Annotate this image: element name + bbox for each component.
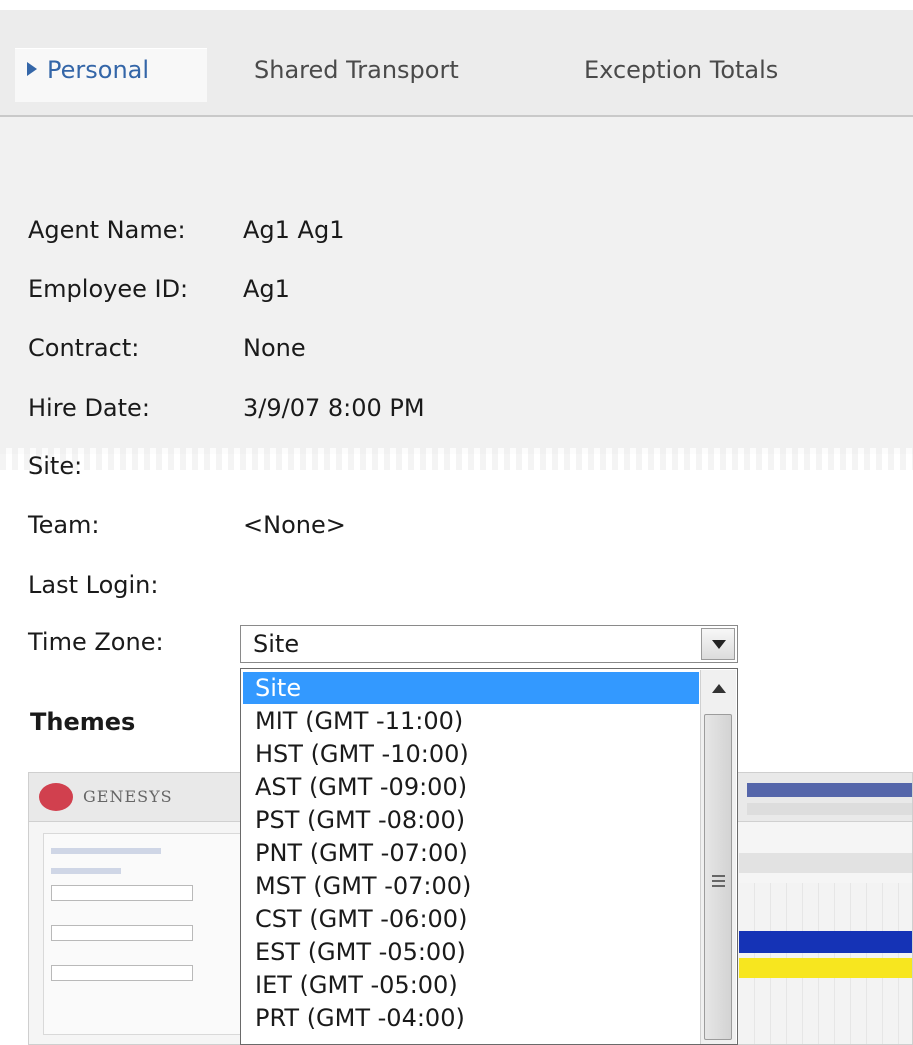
thumb-nav	[747, 783, 912, 797]
tz-option[interactable]: PST (GMT -08:00)	[243, 804, 699, 836]
tz-option[interactable]: Site	[243, 672, 699, 704]
time-zone-selected-value: Site	[253, 630, 300, 658]
contract-value: None	[243, 334, 306, 362]
tab-personal[interactable]: Personal	[15, 48, 207, 102]
thumb-field	[51, 885, 193, 901]
tz-option[interactable]: HST (GMT -10:00)	[243, 738, 699, 770]
scrollbar-thumb[interactable]	[704, 714, 732, 1040]
tab-shared-transport[interactable]: Shared Transport	[242, 48, 471, 102]
tz-option[interactable]: PNT (GMT -07:00)	[243, 837, 699, 869]
thumb-line	[51, 868, 121, 874]
agent-name-value: Ag1 Ag1	[243, 216, 345, 244]
tz-option[interactable]: MIT (GMT -11:00)	[243, 705, 699, 737]
thumb-field	[51, 925, 193, 941]
thumb-date-strip	[739, 853, 912, 873]
grip-line	[712, 885, 725, 887]
tz-option[interactable]: AST (GMT -09:00)	[243, 771, 699, 803]
tz-option[interactable]: MST (GMT -07:00)	[243, 870, 699, 902]
dropdown-arrow-icon[interactable]	[701, 628, 735, 660]
tz-option[interactable]: PRT (GMT -04:00)	[243, 1002, 699, 1034]
thumb-subnav	[747, 803, 912, 815]
tab-bar: Personal Shared Transport Exception Tota…	[0, 10, 913, 117]
themes-heading: Themes	[30, 708, 136, 736]
grip-line	[712, 875, 725, 877]
tab-exception-totals[interactable]: Exception Totals	[572, 48, 790, 102]
team-value: <None>	[243, 511, 346, 539]
thumb-bar	[739, 958, 912, 978]
thumb-brand: GENESYS	[83, 787, 173, 806]
caret-right-icon	[27, 62, 37, 76]
employee-id-value: Ag1	[243, 275, 290, 303]
hire-date-value: 3/9/07 8:00 PM	[243, 394, 425, 422]
hire-date-label: Hire Date:	[28, 394, 150, 422]
time-zone-dropdown-list[interactable]: Site MIT (GMT -11:00) HST (GMT -10:00) A…	[240, 668, 738, 1045]
site-label: Site:	[28, 452, 83, 480]
tab-label: Exception Totals	[584, 56, 779, 84]
tz-option[interactable]: IET (GMT -05:00)	[243, 969, 699, 1001]
last-login-label: Last Login:	[28, 571, 159, 599]
time-zone-label: Time Zone:	[28, 628, 164, 656]
dropdown-scrollbar[interactable]	[700, 670, 736, 1044]
agent-name-label: Agent Name:	[28, 216, 186, 244]
thumb-field	[51, 965, 193, 981]
employee-id-label: Employee ID:	[28, 275, 189, 303]
time-zone-select[interactable]: Site	[240, 625, 738, 663]
tz-option[interactable]: EST (GMT -05:00)	[243, 936, 699, 968]
genesys-logo-icon	[39, 783, 73, 811]
tab-label: Shared Transport	[254, 56, 459, 84]
team-label: Team:	[28, 511, 100, 539]
thumb-line	[51, 848, 161, 854]
thumb-bar	[739, 931, 912, 953]
screenshot-tear	[0, 448, 913, 470]
grip-line	[712, 880, 725, 882]
contract-label: Contract:	[28, 334, 140, 362]
scroll-up-arrow-icon[interactable]	[705, 674, 733, 702]
tab-label: Personal	[47, 56, 150, 84]
tz-option[interactable]: CST (GMT -06:00)	[243, 903, 699, 935]
top-strip	[0, 0, 913, 10]
